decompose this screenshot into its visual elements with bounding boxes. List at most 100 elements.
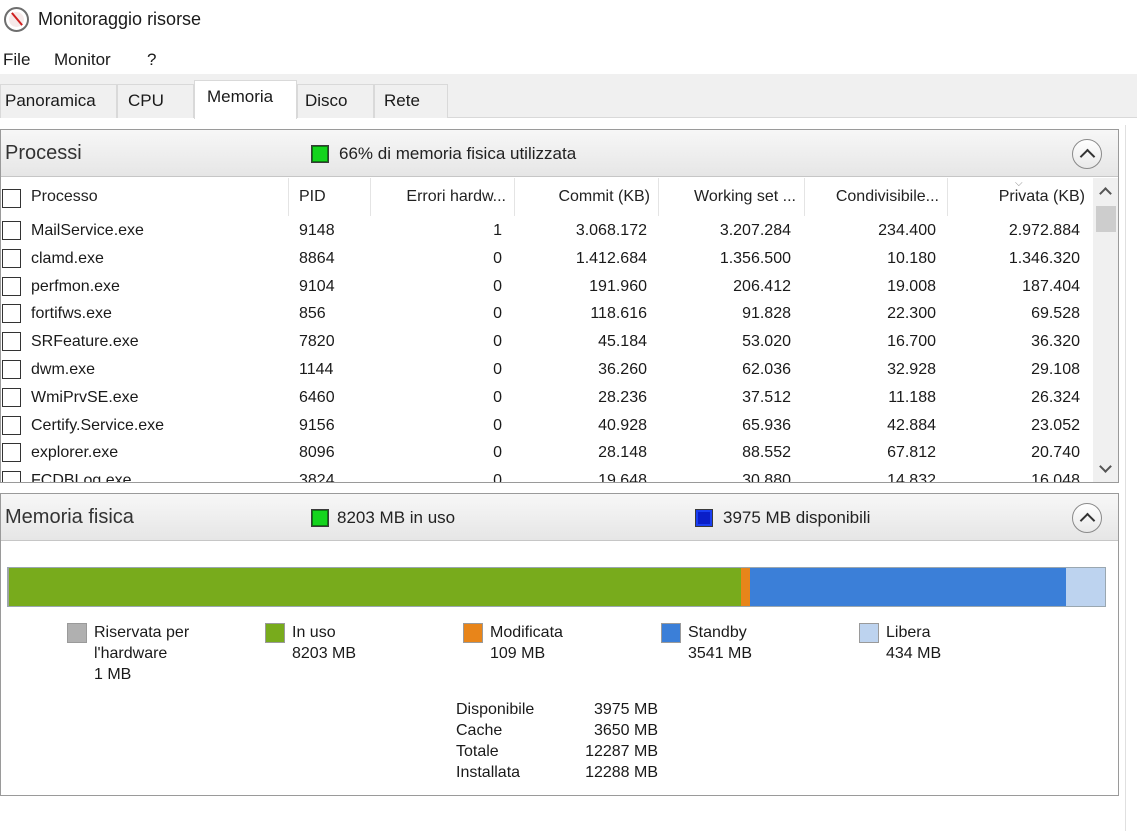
scroll-up-icon[interactable] — [1093, 178, 1118, 204]
cell-commit: 118.616 — [590, 305, 647, 323]
cell-condivisibile: 16.700 — [887, 333, 936, 351]
cell-condivisibile: 14.832 — [887, 472, 936, 482]
cell-commit: 1.412.684 — [575, 249, 647, 267]
col-working-set[interactable]: Working set ... — [659, 178, 805, 216]
window-title: Monitoraggio risorse — [38, 9, 202, 29]
col-condivisibile[interactable]: Condivisibile... — [805, 178, 948, 216]
col-processo[interactable]: Processo — [21, 178, 289, 216]
cell-working-set: 53.020 — [742, 333, 791, 351]
cell-condivisibile: 234.400 — [878, 222, 936, 239]
cell-working-set: 88.552 — [742, 444, 791, 462]
select-all-checkbox[interactable] — [2, 189, 21, 208]
cell-condivisibile: 10.180 — [887, 249, 936, 267]
processes-title: Processi — [5, 142, 82, 164]
processes-header[interactable]: Processi 66% di memoria fisica utilizzat… — [1, 130, 1118, 177]
processes-scrollbar[interactable] — [1093, 178, 1118, 482]
legend-modified-label: Modificata — [490, 624, 563, 641]
cell-privata: 2.972.884 — [1008, 222, 1080, 239]
collapse-physical-memory-button[interactable] — [1072, 503, 1102, 533]
row-checkbox[interactable] — [2, 387, 21, 407]
in-use-indicator — [311, 509, 329, 527]
cell-privata: 16.048 — [1031, 472, 1080, 482]
stat-totale-value: 12287 MB — [585, 743, 658, 760]
row-checkbox[interactable] — [2, 276, 21, 296]
cell-errori: 0 — [493, 333, 502, 351]
processes-table: Processo PID Errori hardw... Commit (KB)… — [1, 178, 1118, 482]
collapse-processes-button[interactable] — [1072, 139, 1102, 169]
menu-monitor[interactable]: Monitor — [54, 50, 111, 70]
col-errori-hardware[interactable]: Errori hardw... — [371, 178, 515, 216]
scroll-down-icon[interactable] — [1093, 456, 1118, 482]
row-checkbox[interactable] — [2, 360, 21, 379]
col-commit[interactable]: Commit (KB) — [515, 178, 659, 216]
memory-usage-status: 66% di memoria fisica utilizzata — [339, 144, 577, 163]
cell-commit: 3.068.172 — [575, 222, 647, 239]
cell-condivisibile: 22.300 — [887, 305, 936, 323]
table-row[interactable]: MailService.exe 9148 1 3.068.172 3.207.284 23… — [1, 218, 1093, 246]
legend-in-use-label: In uso — [292, 624, 336, 641]
row-checkbox[interactable] — [2, 248, 21, 268]
memory-usage-indicator — [311, 145, 329, 163]
cell-commit: 40.928 — [598, 416, 647, 434]
cell-errori: 0 — [493, 444, 502, 462]
menu-file[interactable]: File — [3, 50, 30, 70]
legend-in-use-value: 8203 MB — [292, 645, 357, 662]
tab-disco[interactable]: Disco — [297, 84, 374, 118]
cell-errori: 1 — [493, 222, 502, 239]
cell-privata: 69.528 — [1031, 305, 1080, 323]
cell-working-set: 3.207.284 — [719, 222, 791, 239]
memory-stats: Disponibile 3975 MB Cache 3650 MB Totale… — [456, 699, 666, 783]
cell-privata: 29.108 — [1031, 361, 1080, 378]
table-row[interactable]: clamd.exe 8864 0 1.412.684 1.356.500 10.180 1.… — [1, 246, 1093, 274]
legend-hardware-label: Riservata per — [94, 624, 190, 641]
tab-rete[interactable]: Rete — [374, 84, 448, 118]
table-row[interactable]: fortifws.exe 856 0 118.616 91.828 22.300 69.52… — [1, 301, 1093, 329]
physical-memory-header[interactable]: Memoria fisica 8203 MB in uso 3975 MB di… — [1, 494, 1118, 541]
cell-privata: 23.052 — [1031, 416, 1080, 434]
cell-pid: 8864 — [299, 249, 335, 267]
cell-commit: 28.148 — [598, 444, 647, 462]
cell-condivisibile: 32.928 — [887, 361, 936, 378]
cell-pid: 9104 — [299, 277, 335, 295]
table-row[interactable]: explorer.exe 8096 0 28.148 88.552 67.812 20.74… — [1, 440, 1093, 468]
tab-memoria[interactable]: Memoria — [194, 80, 297, 119]
row-checkbox[interactable] — [2, 332, 21, 352]
table-row[interactable]: FCDBLog.exe 3824 0 19.648 30.880 14.832 16.048 — [1, 468, 1093, 482]
cell-processo: clamd.exe — [31, 249, 104, 267]
scrollbar-thumb[interactable] — [1096, 206, 1116, 232]
stat-installata-label: Installata — [456, 764, 521, 781]
cell-working-set: 65.936 — [742, 416, 791, 434]
available-indicator — [695, 509, 713, 527]
stat-cache-value: 3650 MB — [593, 722, 658, 739]
table-row[interactable]: SRFeature.exe 7820 0 45.184 53.020 16.700 36.3… — [1, 329, 1093, 357]
table-row[interactable]: Certify.Service.exe 9156 0 40.928 65.936 42.8… — [1, 413, 1093, 441]
table-row[interactable]: dwm.exe 1144 0 36.260 62.036 32.928 29.108 — [1, 357, 1093, 385]
row-checkbox[interactable] — [2, 304, 21, 324]
cell-working-set: 37.512 — [742, 388, 791, 406]
row-checkbox[interactable] — [2, 443, 21, 463]
cell-privata: 26.324 — [1031, 388, 1080, 406]
memory-segment-free — [1066, 568, 1106, 606]
cell-working-set: 30.880 — [742, 472, 791, 482]
table-row[interactable]: perfmon.exe 9104 0 191.960 206.412 19.008 187.… — [1, 274, 1093, 302]
cell-privata: 1.346.320 — [1008, 249, 1080, 267]
cell-processo: Certify.Service.exe — [31, 416, 165, 434]
memory-segment-modified — [740, 568, 751, 606]
cell-working-set: 1.356.500 — [719, 249, 791, 267]
table-row[interactable]: WmiPrvSE.exe 6460 0 28.236 37.512 11.188 26.32… — [1, 385, 1093, 413]
cell-working-set: 62.036 — [742, 361, 791, 378]
row-checkbox[interactable] — [2, 471, 21, 482]
legend-free: Libera 434 MB — [859, 623, 1009, 667]
menu-help[interactable]: ? — [147, 50, 156, 70]
row-checkbox[interactable] — [2, 221, 21, 240]
tab-cpu[interactable]: CPU — [117, 84, 194, 118]
col-pid[interactable]: PID — [289, 178, 371, 216]
cell-commit: 45.184 — [598, 333, 647, 351]
tab-panoramica[interactable]: Panoramica — [0, 84, 117, 118]
physical-memory-section: Memoria fisica 8203 MB in uso 3975 MB di… — [0, 493, 1119, 796]
memory-segment-standby — [750, 568, 1067, 606]
cell-processo: SRFeature.exe — [31, 333, 139, 351]
row-checkbox[interactable] — [2, 415, 21, 435]
cell-pid: 856 — [299, 305, 326, 323]
cell-processo: explorer.exe — [31, 444, 119, 462]
